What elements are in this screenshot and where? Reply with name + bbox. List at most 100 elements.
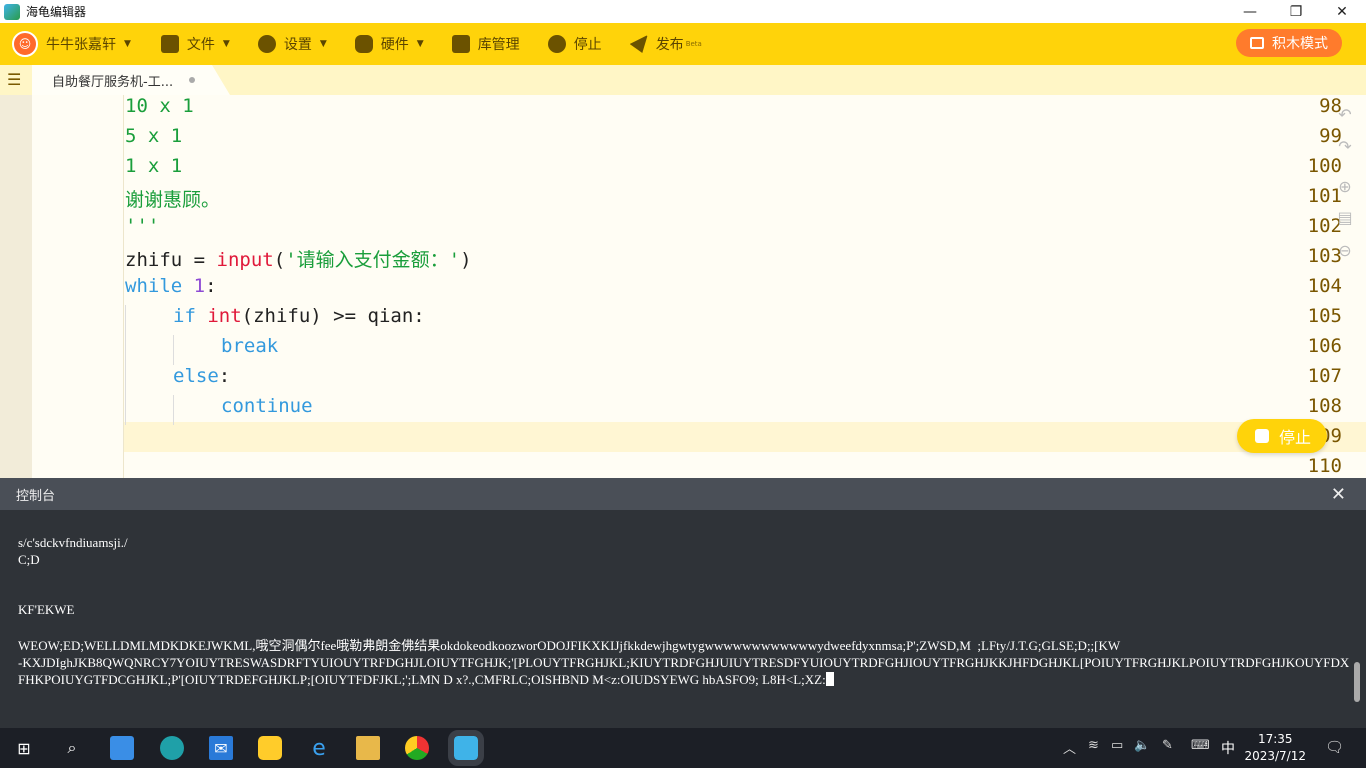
hardware-menu[interactable]: 硬件 ▼	[354, 23, 424, 65]
console-scrollbar[interactable]	[1354, 662, 1360, 702]
stop-square-icon	[1255, 429, 1269, 443]
chevron-down-icon: ▼	[319, 39, 327, 49]
store-icon[interactable]	[110, 736, 134, 760]
floating-stop-label: 停止	[1279, 428, 1312, 447]
windows-start-icon[interactable]: ⊞	[12, 736, 36, 760]
console-header: 控制台	[0, 478, 1366, 510]
console-input-text: -KXJDIghJKB8QWQNRCY7YOIUYTRESWASDRFTYUIO…	[18, 655, 1350, 687]
search-icon[interactable]: ⌕	[60, 736, 84, 760]
code-token: (zhifu) >= qian:	[241, 305, 425, 327]
code-token: zhifu	[125, 249, 183, 271]
stop-icon	[547, 35, 566, 53]
inbox-icon	[451, 35, 470, 53]
window-titlebar: 海龟编辑器	[0, 0, 1366, 23]
unsaved-dot-icon[interactable]	[189, 77, 196, 83]
console-input-line[interactable]: -KXJDIghJKB8QWQNRCY7YOIUYTRESWASDRFTYUIO…	[18, 654, 1352, 688]
close-icon[interactable]: ✕	[1331, 484, 1346, 505]
code-line: continue	[221, 395, 313, 417]
code-line: if int(zhifu) >= qian:	[173, 305, 425, 327]
code-line: zhifu = input('请输入支付金额：')	[125, 245, 472, 272]
line-number: 108	[1307, 395, 1342, 417]
console-line: KF'EKWE	[18, 602, 75, 617]
zoom-in-icon[interactable]: ⊕	[1336, 177, 1354, 196]
edge-browser-icon[interactable]	[160, 736, 184, 760]
volume-icon[interactable]: 🔈	[1134, 738, 1150, 753]
file-menu[interactable]: 文件 ▼	[160, 23, 230, 65]
indent-guide	[173, 335, 174, 365]
undo-icon[interactable]: ↶	[1336, 105, 1354, 124]
code-token: while	[125, 275, 183, 297]
robot-icon	[354, 35, 373, 53]
window-title: 海龟编辑器	[26, 5, 87, 19]
notification-icon[interactable]: 🗨	[1325, 738, 1344, 756]
publish-button[interactable]: 发布 Beta	[629, 23, 702, 65]
stop-button[interactable]: 停止	[547, 23, 602, 65]
code-line: while 1:	[125, 275, 217, 297]
code-line: 10 x 1	[125, 95, 194, 117]
code-token: else	[173, 365, 219, 387]
clock[interactable]: 17:35 2023/7/12	[1244, 731, 1306, 765]
settings-menu-label: 设置	[283, 37, 312, 53]
editor-gutter	[0, 95, 32, 478]
restore-button[interactable]: ❐	[1273, 0, 1319, 23]
text-cursor	[825, 672, 834, 686]
chrome-icon[interactable]	[405, 736, 429, 760]
code-token: :	[205, 275, 217, 297]
library-button[interactable]: 库管理	[451, 23, 520, 65]
console-output[interactable]: s/c'sdckvfndiuamsji./ C;D KF'EKWE WEOW;E…	[0, 510, 1366, 728]
close-window-button[interactable]: ✕	[1319, 0, 1365, 23]
mail-icon[interactable]: ✉	[209, 736, 233, 760]
turtle-editor-taskbar-icon[interactable]	[448, 730, 484, 766]
format-icon[interactable]: ▤	[1336, 208, 1354, 227]
line-number: 104	[1307, 275, 1342, 297]
redo-icon[interactable]: ↷	[1336, 137, 1354, 156]
block-mode-button[interactable]: 积木模式	[1236, 29, 1342, 57]
code-token: =	[182, 249, 217, 271]
console-title: 控制台	[16, 488, 56, 504]
tab-file[interactable]: 自助餐厅服务机-工...	[32, 65, 230, 95]
maps-icon[interactable]	[258, 736, 282, 760]
keyboard-icon[interactable]: ⌨	[1191, 738, 1210, 753]
settings-menu[interactable]: 设置 ▼	[257, 23, 327, 65]
publish-label: 发布	[655, 37, 684, 53]
clock-date: 2023/7/12	[1244, 749, 1306, 763]
wifi-icon[interactable]: ≋	[1088, 738, 1099, 753]
line-number: 100	[1307, 155, 1342, 177]
line-number: 107	[1307, 365, 1342, 387]
code-token: 1	[193, 275, 206, 297]
block-mode-label: 积木模式	[1272, 36, 1328, 52]
pen-icon[interactable]: ✎	[1162, 738, 1173, 753]
code-line: 1 x 1	[125, 155, 183, 177]
tab-bar: ☰ 自助餐厅服务机-工...	[0, 65, 1366, 95]
send-icon	[629, 35, 648, 53]
ime-indicator[interactable]: 中	[1221, 738, 1235, 758]
minimize-button[interactable]: —	[1227, 0, 1273, 23]
chevron-down-icon: ▼	[416, 39, 424, 49]
code-token: '请输入支付金额：'	[285, 249, 461, 271]
clock-time: 17:35	[1257, 732, 1293, 746]
console-line: C;D	[18, 552, 40, 567]
code-token: input	[216, 249, 274, 271]
user-name: 牛牛张嘉轩	[46, 37, 116, 53]
code-line: 谢谢惠顾。	[125, 189, 221, 211]
code-token: )	[460, 249, 472, 271]
chevron-up-icon[interactable]: ︿	[1063, 738, 1076, 757]
zoom-out-icon[interactable]: ⊖	[1336, 241, 1354, 260]
line-number: 110	[1307, 455, 1342, 477]
file-explorer-icon[interactable]	[356, 736, 380, 760]
battery-icon[interactable]: ▭	[1111, 738, 1123, 753]
avatar: ☺	[12, 31, 38, 57]
code-editor[interactable]: 98 99 100 101 102 103 104 105 106 107 10…	[0, 95, 1366, 478]
windows-taskbar: ⊞ ⌕ ✉ e ︿ ≋ ▭ 🔈 ✎ ⌨ 中 17:35 2023/7/12 🗨	[0, 728, 1366, 768]
user-menu[interactable]: ☺ 牛牛张嘉轩 ▼	[0, 23, 131, 65]
turtle-app-icon	[4, 3, 20, 20]
floating-stop-button[interactable]: 停止	[1237, 419, 1327, 453]
folder-icon	[160, 35, 179, 53]
current-line-highlight	[124, 422, 1366, 452]
menu-toggle-icon[interactable]: ☰	[7, 71, 25, 89]
internet-explorer-icon[interactable]: e	[307, 736, 331, 761]
code-line: 5 x 1	[125, 125, 183, 147]
